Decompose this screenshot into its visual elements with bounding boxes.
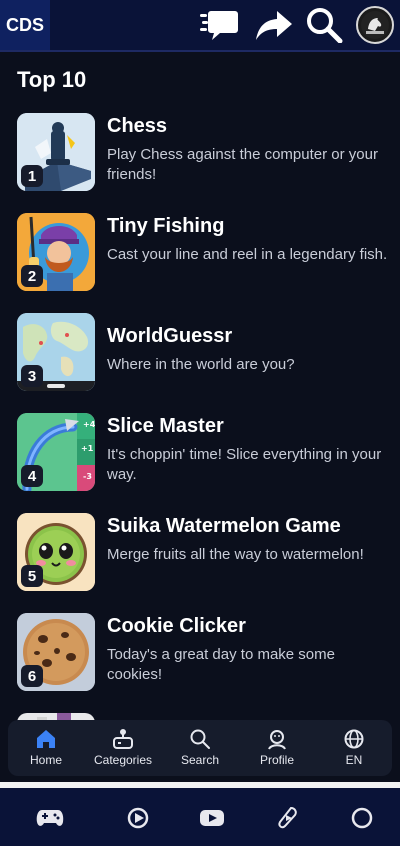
main-content: Top 10 1 Chess Play Chess against the co… — [0, 52, 400, 787]
play-circle-icon[interactable] — [124, 806, 152, 830]
search-icon — [190, 729, 210, 749]
game-card-cookie-clicker[interactable]: 6 Cookie Clicker Today's a great day to … — [17, 613, 387, 693]
nav-categories[interactable]: Categories — [85, 726, 161, 772]
game-title[interactable]: Chess — [107, 115, 167, 138]
shorts-icon[interactable] — [274, 806, 302, 830]
chat-icon[interactable] — [200, 7, 238, 43]
svg-text:+1: +1 — [81, 444, 94, 453]
game-thumbnail[interactable]: +4 +1 -3 4 — [17, 413, 95, 491]
home-circle-icon[interactable] — [348, 806, 376, 830]
gamepad-icon[interactable] — [36, 806, 64, 830]
game-description: Where in the world are you? — [107, 356, 295, 373]
rank-badge: 2 — [21, 265, 43, 287]
game-card-suika[interactable]: 5 Suika Watermelon Game Merge fruits all… — [17, 513, 387, 593]
game-title[interactable]: WorldGuessr — [107, 325, 232, 348]
game-card-chess[interactable]: 1 Chess Play Chess against the computer … — [17, 113, 387, 193]
rank-badge: 5 — [21, 565, 43, 587]
svg-text:-3: -3 — [83, 472, 92, 481]
game-thumbnail[interactable]: 2 — [17, 213, 95, 291]
nav-label-categories: Categories — [93, 753, 153, 767]
game-description: It's choppin' time! Slice everything in … — [107, 446, 382, 483]
game-thumbnail[interactable]: 6 — [17, 613, 95, 691]
top-bar: CDS — [0, 0, 400, 52]
game-title[interactable]: Cookie Clicker — [107, 615, 246, 638]
share-icon[interactable] — [255, 7, 293, 43]
nav-label-home: Home — [29, 753, 62, 767]
profile-icon — [268, 730, 286, 750]
game-description: Cast your line and reel in a legendary f… — [107, 246, 388, 263]
game-description: Play Chess against the computer or your … — [107, 146, 378, 183]
game-thumbnail[interactable]: 5 — [17, 513, 95, 591]
globe-icon — [344, 729, 364, 749]
nav-label-profile: Profile — [259, 753, 294, 767]
game-title[interactable]: Tiny Fishing — [107, 215, 224, 238]
game-description: Merge fruits all the way to watermelon! — [107, 546, 364, 563]
nav-label-language: EN — [345, 753, 363, 767]
youtube-icon[interactable] — [198, 806, 226, 830]
nav-label-search: Search — [180, 753, 220, 767]
rank-badge: 6 — [21, 665, 43, 687]
search-icon[interactable] — [305, 7, 343, 43]
nav-home[interactable]: Home — [8, 726, 84, 772]
nav-language[interactable]: EN — [316, 726, 392, 772]
bottom-navigation: Home Categories Search Profile EN — [8, 720, 392, 776]
nav-profile[interactable]: Profile — [239, 726, 315, 772]
rank-badge: 4 — [21, 465, 43, 487]
gamepad-icon — [113, 729, 133, 749]
game-description: Today's a great day to make some cookies… — [107, 646, 335, 683]
home-icon — [37, 730, 55, 748]
rank-badge: 1 — [21, 165, 43, 187]
nav-search[interactable]: Search — [162, 726, 238, 772]
game-title[interactable]: Slice Master — [107, 415, 224, 438]
site-logo[interactable]: CDS — [0, 0, 50, 50]
game-title[interactable]: Suika Watermelon Game — [107, 515, 341, 538]
game-card-worldguessr[interactable]: 3 WorldGuessr Where in the world are you… — [17, 313, 387, 393]
game-card-tiny-fishing[interactable]: 2 Tiny Fishing Cast your line and reel i… — [17, 213, 387, 293]
game-thumbnail[interactable]: 1 — [17, 113, 95, 191]
avatar-icon[interactable] — [356, 6, 394, 44]
rank-badge: 3 — [21, 365, 43, 387]
game-card-slice-master[interactable]: +4 +1 -3 4 Slice Master It's choppin' ti… — [17, 413, 387, 493]
section-title: Top 10 — [17, 67, 87, 92]
system-bar — [0, 788, 400, 846]
game-thumbnail[interactable]: 3 — [17, 313, 95, 391]
svg-text:+4: +4 — [83, 420, 95, 429]
